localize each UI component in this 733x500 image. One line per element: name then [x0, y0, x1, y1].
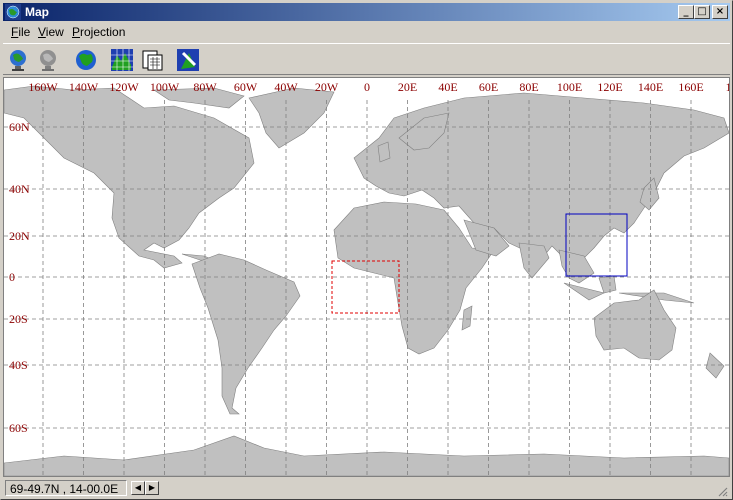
australia — [593, 289, 677, 361]
latitude-label: 20S — [9, 312, 28, 326]
longitude-labels: 160W 140W 120W 100W 80W 60W 40W 20W 0 20E 40E 60E 80… — [28, 80, 729, 94]
longitude-label: 20W — [315, 80, 339, 94]
indochina — [558, 249, 595, 284]
longitude-label: 80W — [193, 80, 217, 94]
longitude-label: 140W — [69, 80, 99, 94]
scroll-left-button[interactable]: ◀ — [131, 481, 145, 495]
longitude-label: 140E — [638, 80, 663, 94]
window-title: Map — [25, 5, 49, 19]
coordinate-readout: 69-49.7N , 14-00.0E — [5, 480, 127, 496]
menu-bar: File View Projection — [3, 23, 730, 41]
longitude-label: 60E — [479, 80, 498, 94]
latitude-label: 20N — [9, 229, 30, 243]
grid-map-icon[interactable] — [109, 47, 135, 73]
longitude-label: 120E — [597, 80, 622, 94]
madagascar — [461, 305, 473, 331]
longitude-label: 40E — [438, 80, 457, 94]
britain — [377, 141, 391, 163]
minimize-button[interactable]: _ — [678, 5, 694, 19]
india — [518, 242, 550, 279]
south-america — [191, 253, 301, 415]
gray-globe-icon[interactable] — [35, 47, 61, 73]
menu-view[interactable]: View — [38, 25, 64, 39]
data-sheet-icon[interactable] — [139, 47, 165, 73]
menu-file[interactable]: File — [11, 25, 30, 39]
toolbar — [3, 43, 730, 75]
world-map[interactable]: 160W 140W 120W 100W 80W 60W 40W 20W 0 20E 40E 60E 80… — [4, 78, 729, 476]
north-america — [4, 85, 255, 269]
longitude-label: 60W — [234, 80, 258, 94]
greenland — [248, 87, 335, 149]
latitude-label: 60N — [9, 120, 30, 134]
map-window: Map _ □ × File View Projection 160W 140W… — [0, 0, 733, 500]
longitude-label: 160W — [28, 80, 58, 94]
longitude-label: 20E — [398, 80, 417, 94]
longitude-label: 100E — [557, 80, 582, 94]
longitude-label: 18 — [726, 80, 730, 94]
new-zealand — [705, 352, 725, 379]
landmasses — [4, 85, 729, 476]
antarctica — [4, 435, 729, 476]
latitude-label: 0 — [9, 270, 15, 284]
drawing-tool-icon[interactable] — [175, 47, 201, 73]
status-bar: 69-49.7N , 14-00.0E ◀ ▶ — [3, 479, 730, 499]
menu-projection[interactable]: Projection — [72, 25, 125, 39]
close-button[interactable]: × — [712, 5, 728, 19]
map-canvas[interactable]: 160W 140W 120W 100W 80W 60W 40W 20W 0 20E 40E 60E 80… — [3, 77, 730, 477]
title-bar[interactable]: Map _ □ × — [3, 3, 730, 21]
app-globe-icon[interactable] — [5, 4, 21, 20]
globe-icon[interactable] — [5, 47, 31, 73]
latitude-labels: 60N 40N 20N 0 20S 40S 60S — [9, 120, 30, 435]
resize-grip-icon[interactable] — [716, 485, 728, 497]
longitude-label: 40W — [274, 80, 298, 94]
longitude-label: 0 — [364, 80, 370, 94]
earth-icon[interactable] — [73, 47, 99, 73]
scroll-right-button[interactable]: ▶ — [145, 481, 159, 495]
longitude-label: 80E — [519, 80, 538, 94]
longitude-label: 120W — [109, 80, 139, 94]
latitude-label: 60S — [9, 421, 28, 435]
maximize-button[interactable]: □ — [694, 5, 710, 19]
longitude-label: 160E — [678, 80, 703, 94]
latitude-label: 40S — [9, 358, 28, 372]
latitude-label: 40N — [9, 182, 30, 196]
longitude-label: 100W — [150, 80, 180, 94]
